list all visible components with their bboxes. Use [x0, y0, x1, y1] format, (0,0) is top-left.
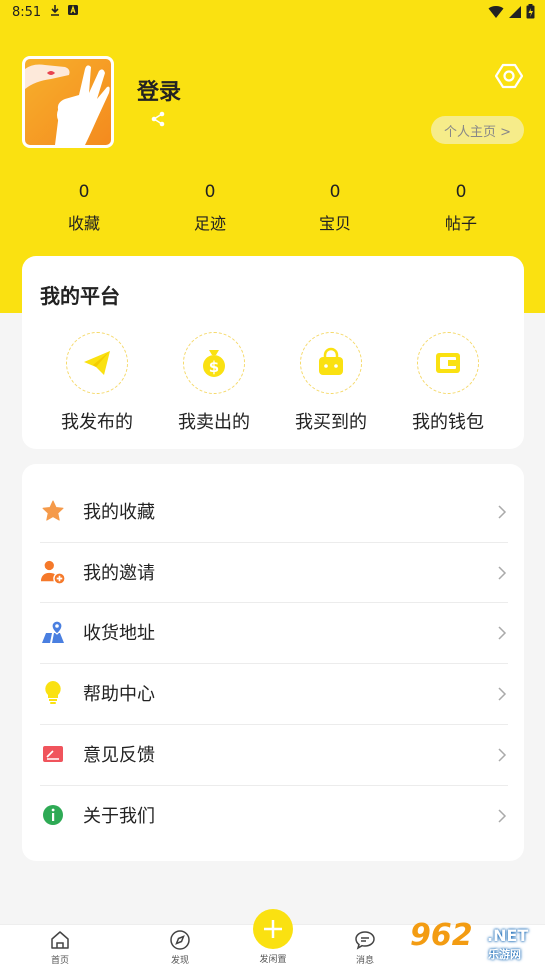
home-icon: [51, 931, 69, 949]
menu-item-help-label: 帮助中心: [83, 684, 155, 705]
avatar[interactable]: [22, 56, 114, 148]
map-pin-icon: [40, 619, 66, 645]
stat-favorites-value: 0: [78, 182, 90, 202]
platform-item-published[interactable]: 我发布的: [42, 332, 152, 434]
chevron-right-icon: [496, 504, 508, 519]
money-bag-icon: $: [183, 332, 245, 394]
menu-item-favorites-label: 我的收藏: [83, 502, 155, 523]
publish-button[interactable]: [253, 909, 293, 949]
platform-item-sold[interactable]: $ 我卖出的: [159, 332, 269, 434]
stat-footprints[interactable]: 0 足迹: [170, 182, 250, 234]
platform-item-sold-label: 我卖出的: [178, 412, 250, 433]
status-bar: 8:51: [0, 0, 545, 24]
tab-home-label: 首页: [50, 956, 69, 966]
star-icon: [40, 498, 66, 524]
stat-items-label: 宝贝: [318, 214, 351, 233]
tab-discover-label: 发现: [170, 956, 189, 966]
info-icon: [40, 802, 66, 828]
settings-icon[interactable]: [494, 62, 524, 90]
menu-item-address-label: 收货地址: [83, 623, 155, 644]
stat-footprints-value: 0: [204, 182, 216, 202]
message-icon: [355, 931, 375, 950]
menu-item-help[interactable]: 帮助中心: [40, 663, 508, 723]
publish-label: 发闲置: [259, 955, 287, 965]
platform-item-bought-label: 我买到的: [295, 412, 367, 433]
menu-card: 我的收藏 我的邀请 收货地址 帮助中心 意见反馈 关于我们: [22, 464, 524, 861]
app-notification-icon: [67, 4, 79, 20]
tab-discover[interactable]: 发现: [150, 929, 210, 966]
tab-messages[interactable]: 消息: [335, 929, 395, 966]
stat-items-value: 0: [329, 182, 341, 202]
tab-home[interactable]: 首页: [30, 929, 90, 966]
share-icon[interactable]: [149, 110, 167, 128]
stat-favorites-label: 收藏: [67, 214, 100, 233]
watermark-domain: .NET: [487, 926, 529, 945]
chevron-right-icon: [496, 565, 508, 580]
platform-item-published-label: 我发布的: [61, 412, 133, 433]
menu-item-favorites[interactable]: 我的收藏: [40, 481, 508, 541]
shopping-bag-icon: [300, 332, 362, 394]
status-indicators: [488, 4, 535, 23]
svg-text:$: $: [209, 358, 219, 376]
chevron-right-icon: [496, 686, 508, 701]
menu-item-feedback[interactable]: 意见反馈: [40, 724, 508, 784]
add-user-icon: [40, 559, 66, 585]
watermark-sub: 乐游网: [488, 948, 521, 961]
menu-item-about[interactable]: 关于我们: [40, 785, 508, 845]
personal-homepage-button[interactable]: 个人主页 >: [431, 116, 524, 144]
stat-footprints-label: 足迹: [193, 214, 226, 233]
menu-item-address[interactable]: 收货地址: [40, 602, 508, 662]
platform-item-wallet[interactable]: 我的钱包: [393, 332, 503, 434]
lightbulb-icon: [40, 680, 66, 706]
download-icon: [49, 4, 61, 20]
paper-plane-icon: [66, 332, 128, 394]
chevron-right-icon: [496, 808, 508, 823]
platform-item-bought[interactable]: 我买到的: [276, 332, 386, 434]
stat-posts-value: 0: [455, 182, 467, 202]
battery-icon: [526, 4, 535, 23]
platform-card: 我的平台 我发布的 $ 我卖出的 我买到的 我的钱包: [22, 256, 524, 449]
menu-item-about-label: 关于我们: [83, 806, 155, 827]
tab-messages-label: 消息: [355, 956, 374, 966]
platform-item-wallet-label: 我的钱包: [412, 412, 484, 433]
avatar-ok-hand-image: [25, 64, 110, 145]
menu-item-invitations[interactable]: 我的邀请: [40, 542, 508, 602]
status-time: 8:51: [12, 4, 42, 20]
stat-favorites[interactable]: 0 收藏: [44, 182, 124, 234]
menu-item-invitations-label: 我的邀请: [83, 563, 155, 584]
platform-title: 我的平台: [40, 284, 120, 308]
watermark-brand: 962: [410, 918, 473, 953]
feedback-icon: [40, 741, 66, 767]
login-username[interactable]: 登录: [137, 74, 181, 106]
compass-icon: [170, 930, 190, 950]
chevron-right-icon: [496, 625, 508, 640]
plus-icon: [264, 920, 282, 938]
wallet-icon: [417, 332, 479, 394]
chevron-right-icon: [496, 747, 508, 762]
wifi-icon: [488, 4, 504, 23]
stat-posts[interactable]: 0 帖子: [421, 182, 501, 234]
stat-posts-label: 帖子: [444, 214, 477, 233]
stat-items[interactable]: 0 宝贝: [295, 182, 375, 234]
signal-icon: [508, 4, 522, 23]
menu-item-feedback-label: 意见反馈: [83, 745, 155, 766]
